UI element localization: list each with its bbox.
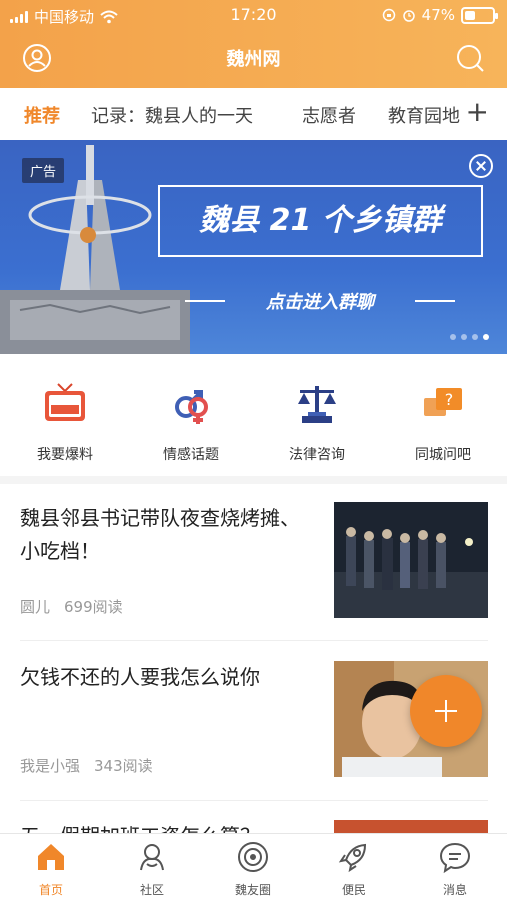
shortcut-label: 我要爆料 <box>37 447 93 463</box>
section-divider <box>0 476 507 484</box>
home-icon <box>38 844 64 870</box>
ad-label: 广告 <box>22 158 65 183</box>
news-title[interactable]: 欠钱不还的人要我怎么说你 <box>20 661 315 694</box>
app-header: 中国移动 17:20 47% 魏州网 <box>0 0 507 88</box>
shortcut-report[interactable]: 我要爆料 <box>10 380 120 464</box>
message-icon <box>439 842 471 874</box>
shortcut-grid: 我要爆料 情感话题 法律咨询 ? 同城问吧 <box>0 368 507 468</box>
nav-community[interactable]: 社区 <box>112 840 192 898</box>
app-title: 魏州网 <box>226 49 281 70</box>
battery-percent: 47% <box>421 6 455 24</box>
more-tabs-button[interactable]: + <box>459 98 489 126</box>
carousel-dot <box>461 334 467 340</box>
rocket-icon <box>338 843 367 873</box>
nav-label: 首页 <box>38 883 63 897</box>
nav-label: 魏友圈 <box>234 883 271 897</box>
battery-icon <box>461 6 498 24</box>
community-icon <box>140 844 164 871</box>
tab-volunteer[interactable]: 志愿者 <box>302 102 356 128</box>
news-reads: 699阅读 <box>64 598 123 616</box>
question-chat-icon: ? <box>424 388 462 416</box>
news-title[interactable]: 魏县邻县书记带队夜查烧烤摊、小吃档！ <box>20 502 315 568</box>
alarm-icon <box>402 10 415 22</box>
tab-record[interactable]: 记录：魏县人的一天 <box>91 102 253 128</box>
shortcut-label: 情感话题 <box>163 447 219 463</box>
nav-label: 消息 <box>442 883 467 897</box>
lock-rotation-icon <box>382 8 395 22</box>
news-reads: 343阅读 <box>94 757 153 775</box>
banner-headline: 魏县 21 个乡镇群 <box>158 185 483 257</box>
nav-label: 便民 <box>341 883 366 897</box>
nav-messages[interactable]: 消息 <box>415 840 495 898</box>
category-tabs: 推荐 记录：魏县人的一天 志愿者 教育园地 + <box>0 88 507 141</box>
nav-services[interactable]: 便民 <box>314 840 394 898</box>
close-icon[interactable] <box>469 154 493 178</box>
carousel-dot <box>472 334 478 340</box>
nav-home[interactable]: 首页 <box>11 840 91 898</box>
shortcut-label: 同城问吧 <box>415 447 471 463</box>
app-bar: 魏州网 <box>0 34 507 82</box>
banner-subline: 点击进入群聊 <box>185 288 455 314</box>
news-separator <box>20 640 488 641</box>
nav-label: 社区 <box>139 883 164 897</box>
nav-friends-circle[interactable]: 魏友圈 <box>213 840 293 898</box>
shortcut-label: 法律咨询 <box>289 447 345 463</box>
search-icon[interactable] <box>455 43 485 73</box>
svg-text:?: ? <box>445 390 454 409</box>
status-bar: 中国移动 17:20 47% <box>0 0 507 30</box>
circle-icon <box>238 842 268 872</box>
plus-icon[interactable] <box>410 675 482 747</box>
news-item[interactable]: 魏县邻县书记带队夜查烧烤摊、小吃档！ 圆儿 699阅读 <box>20 502 488 622</box>
ad-banner[interactable]: 广告 魏县 21 个乡镇群 点击进入群聊 <box>0 140 507 354</box>
gender-icon <box>175 390 208 424</box>
news-meta: 我是小强 343阅读 <box>20 755 167 776</box>
news-separator <box>20 800 488 801</box>
carousel-dot-active <box>483 334 489 340</box>
news-author: 圆儿 <box>20 598 51 616</box>
news-author: 我是小强 <box>20 757 81 775</box>
news-meta: 圆儿 699阅读 <box>20 596 137 617</box>
scales-icon <box>298 386 336 423</box>
tab-education[interactable]: 教育园地 <box>388 102 460 128</box>
shortcut-qa[interactable]: ? 同城问吧 <box>388 380 498 464</box>
shortcut-emotion[interactable]: 情感话题 <box>136 380 246 464</box>
news-thumbnail[interactable] <box>334 502 488 618</box>
carousel-dot <box>450 334 456 340</box>
carousel-dots <box>450 334 489 340</box>
shortcut-legal[interactable]: 法律咨询 <box>262 380 372 464</box>
tv-news-icon <box>45 383 85 421</box>
tab-recommend[interactable]: 推荐 <box>24 102 60 128</box>
bottom-nav: 首页 社区 魏友圈 便民 消息 <box>0 833 507 901</box>
